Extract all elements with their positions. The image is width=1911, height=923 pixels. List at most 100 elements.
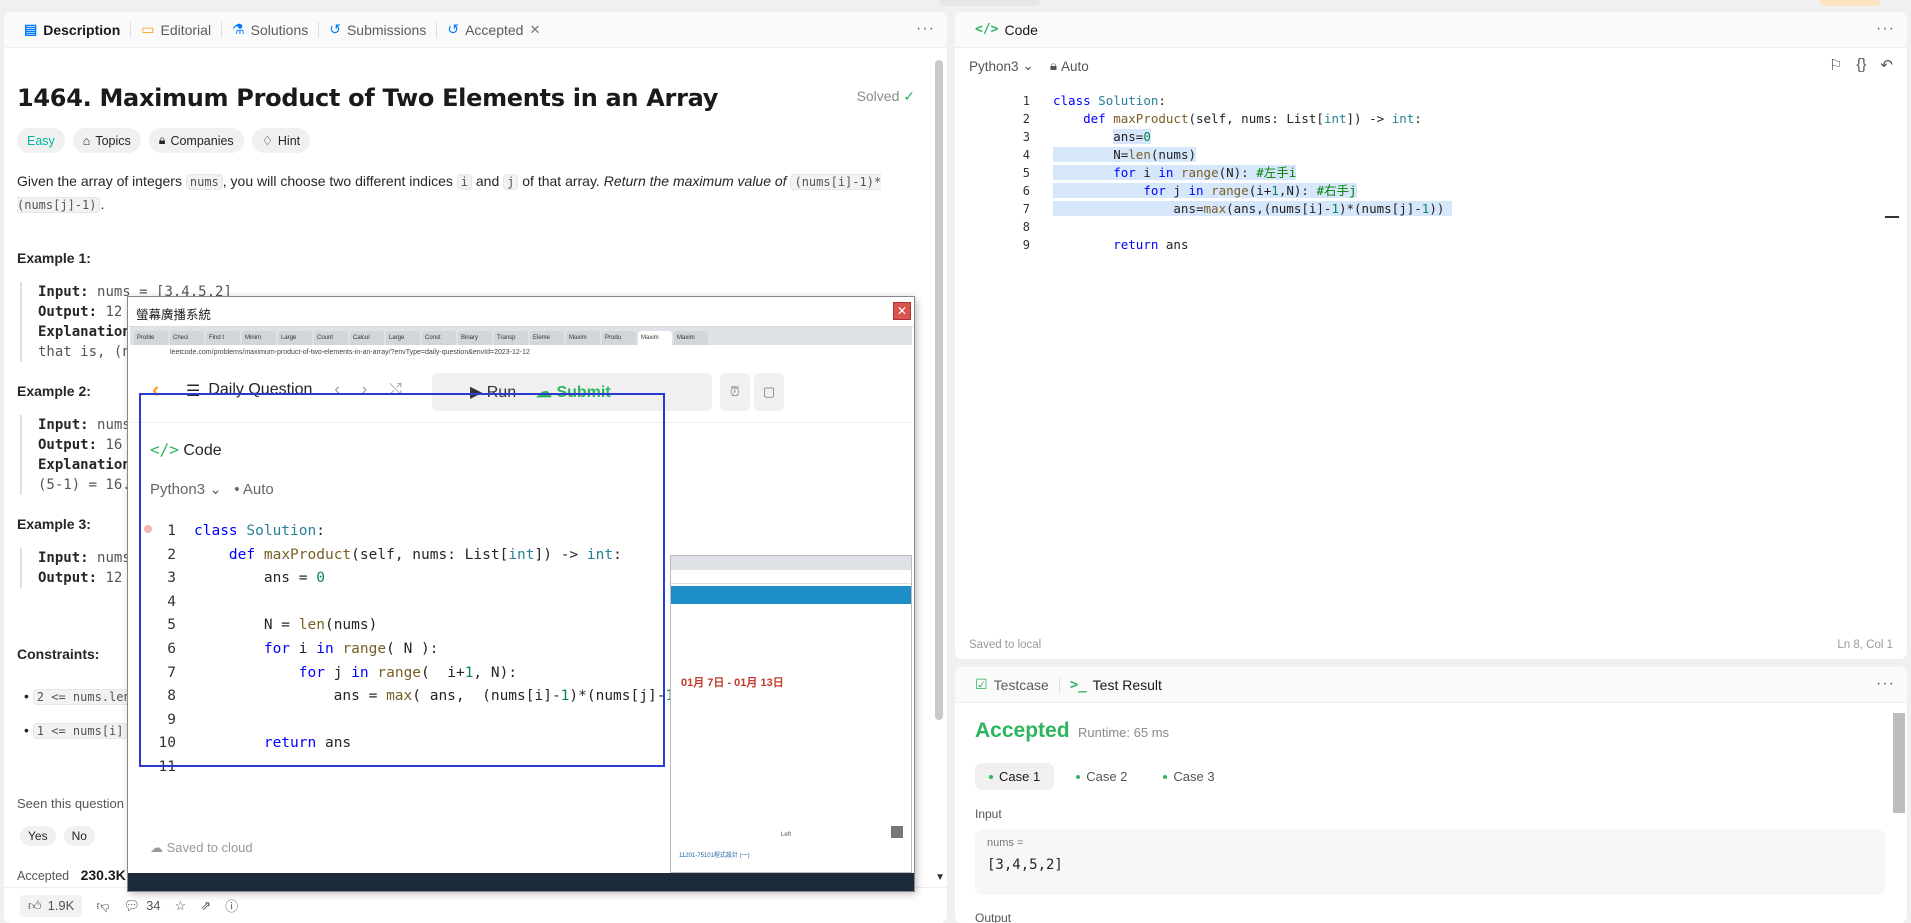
constraints-title: Constraints: bbox=[17, 646, 100, 662]
terminal-icon: >_ bbox=[1069, 676, 1087, 693]
tab-submissions[interactable]: ↺ Submissions bbox=[319, 12, 436, 48]
companies-tag[interactable]: 🔒︎ Companies bbox=[148, 128, 244, 153]
browser-url-bar[interactable]: leetcode.com/problems/maximum-product-of… bbox=[130, 345, 912, 363]
output-label: Output bbox=[975, 911, 1012, 923]
scroll-down-icon[interactable]: ▼ bbox=[935, 872, 945, 883]
runtime-label: Runtime: 65 ms bbox=[1078, 725, 1170, 740]
no-button[interactable]: No bbox=[63, 826, 95, 846]
example-2-title: Example 2: bbox=[17, 383, 91, 399]
premium-pill[interactable] bbox=[1820, 0, 1880, 6]
code-icon: </> bbox=[975, 22, 999, 37]
code-line: ans=max(ans,(nums[i]-1)*(nums[j]-1)) bbox=[1053, 201, 1452, 216]
code-line: for i in range(N): #左手i bbox=[1053, 164, 1907, 182]
tab-code[interactable]: </> Code bbox=[965, 12, 1048, 48]
screen-broadcast-window[interactable]: 螢幕廣播系統 ✕ Proble Checi Find t Minim Large… bbox=[128, 297, 914, 891]
case-tabs: Case 1 Case 2 Case 3 bbox=[975, 763, 1229, 790]
share-icon[interactable]: ⇗ bbox=[200, 898, 211, 914]
comment-icon: 💬︎ bbox=[123, 897, 141, 913]
scroll-top-button[interactable] bbox=[891, 826, 903, 838]
comments-button[interactable]: 💬︎ 34 bbox=[124, 898, 161, 914]
history-icon: ↺ bbox=[329, 21, 341, 37]
code-panel-header: </> Code ··· bbox=[955, 12, 1907, 48]
language-select[interactable]: Python3 ⌄ bbox=[969, 58, 1034, 74]
bulb-icon: ♢ bbox=[261, 134, 273, 148]
checkbox-icon: ☑ bbox=[975, 676, 988, 692]
reset-icon[interactable]: ↶ bbox=[1880, 56, 1893, 74]
timer-icon[interactable]: ⏰︎ bbox=[720, 373, 750, 411]
chevron-down-icon: ⌄ bbox=[1022, 58, 1034, 73]
problem-tags: Easy ⌂ Topics 🔒︎ Companies ♢ Hint bbox=[17, 128, 311, 153]
document-icon: ▤ bbox=[24, 21, 38, 37]
moodle-header bbox=[671, 586, 911, 604]
difficulty-badge: Easy bbox=[17, 128, 65, 153]
side-left-label: Left bbox=[781, 832, 792, 838]
book-icon: ▭ bbox=[141, 21, 155, 37]
input-box: nums = [3,4,5,2] bbox=[975, 829, 1885, 895]
nav-pill bbox=[940, 0, 1040, 6]
result-status: Accepted bbox=[975, 719, 1070, 742]
topics-tag[interactable]: ⌂ Topics bbox=[72, 128, 141, 153]
more-options-icon[interactable]: ··· bbox=[1876, 20, 1895, 38]
like-button[interactable]: 👍︎ 1.9K bbox=[20, 894, 83, 917]
close-icon[interactable]: ✕ bbox=[529, 22, 540, 38]
bookmark-icon[interactable]: ⚐ bbox=[1829, 56, 1842, 74]
top-navbar bbox=[0, 0, 1911, 8]
example-3-title: Example 3: bbox=[17, 516, 91, 532]
tab-test-result[interactable]: >_ Test Result bbox=[1060, 667, 1172, 703]
windows-taskbar bbox=[128, 873, 914, 891]
tab-case-3[interactable]: Case 3 bbox=[1149, 763, 1228, 790]
tab-case-2[interactable]: Case 2 bbox=[1062, 763, 1141, 790]
pass-dot bbox=[1163, 774, 1168, 779]
tab-solutions[interactable]: ⚗ Solutions bbox=[222, 12, 318, 48]
flask-icon: ⚗ bbox=[232, 21, 245, 37]
help-icon[interactable]: ⓘ bbox=[225, 896, 238, 915]
problem-title: 1464. Maximum Product of Two Elements in… bbox=[17, 84, 719, 112]
problem-footer: 👍︎ 1.9K 👎︎ 💬︎ 34 ☆ ⇗ ⓘ bbox=[4, 887, 947, 923]
example-1-title: Example 1: bbox=[17, 250, 91, 266]
description-tabs: ▤ Description ▭ Editorial ⚗ Solutions ↺ … bbox=[4, 12, 947, 48]
highlight-box bbox=[139, 393, 665, 767]
scrollbar[interactable] bbox=[935, 60, 943, 720]
problem-description: Given the array of integers nums, you wi… bbox=[17, 173, 882, 213]
tag-icon: ⌂ bbox=[82, 133, 91, 148]
constraint-item: • 2 <= nums.len bbox=[24, 680, 135, 714]
lock-icon: 🔒︎ bbox=[158, 133, 166, 147]
moodle-window: 01月 7日 - 01月 13日 Left 11201-75101程式設計 (一… bbox=[670, 555, 912, 873]
seen-question-buttons: Yes No bbox=[20, 826, 95, 846]
tab-editorial[interactable]: ▭ Editorial bbox=[131, 12, 221, 48]
moodle-tab-strip bbox=[671, 556, 911, 570]
hint-tag[interactable]: ♢ Hint bbox=[251, 128, 311, 153]
format-braces-icon[interactable]: {} bbox=[1856, 56, 1866, 74]
code-panel: </> Code ··· Python3 ⌄ 🔒︎ Auto ⚐ {} ↶ 12… bbox=[955, 12, 1907, 659]
code-editor[interactable]: class Solution: def maxProduct(self, num… bbox=[1053, 92, 1907, 254]
moodle-url-bar bbox=[671, 570, 911, 584]
example-2-block: Input: nums Output: 16 Explanation (5-1)… bbox=[20, 415, 131, 495]
scrollbar[interactable] bbox=[1893, 713, 1905, 813]
star-icon[interactable]: ☆ bbox=[175, 898, 187, 914]
notes-icon[interactable]: ▢ bbox=[754, 373, 784, 411]
variable-name: nums = bbox=[987, 837, 1024, 849]
constraints-list: • 2 <= nums.len • 1 <= nums[i] bbox=[24, 680, 135, 748]
auto-mode[interactable]: 🔒︎ Auto bbox=[1050, 58, 1089, 74]
tab-description[interactable]: ▤ Description bbox=[14, 12, 130, 48]
close-icon[interactable]: ✕ bbox=[893, 302, 911, 320]
thumbs-down-icon[interactable]: 👎︎ bbox=[96, 898, 109, 914]
tab-case-1[interactable]: Case 1 bbox=[975, 763, 1055, 790]
lock-icon: 🔒︎ bbox=[1049, 58, 1058, 73]
more-options-icon[interactable]: ··· bbox=[916, 20, 935, 38]
solved-status: Solved ✓ bbox=[856, 88, 915, 104]
more-options-icon[interactable]: ··· bbox=[1876, 675, 1895, 693]
broadcast-title-bar[interactable]: 螢幕廣播系統 ✕ bbox=[128, 297, 914, 327]
test-result-panel: ☑ Testcase >_ Test Result ··· Accepted R… bbox=[955, 667, 1907, 923]
tab-accepted[interactable]: ↺ Accepted ✕ bbox=[437, 12, 550, 48]
seen-question-label: Seen this question bbox=[17, 796, 124, 811]
code-line: ans=0 bbox=[1113, 129, 1151, 144]
course-footer: 11201-75101程式設計 (一) bbox=[679, 853, 750, 859]
scroll-marker bbox=[1885, 216, 1899, 218]
tab-testcase[interactable]: ☑ Testcase bbox=[965, 667, 1059, 703]
code-line: return ans bbox=[1113, 237, 1189, 252]
thumbs-up-icon: 👍︎ bbox=[28, 897, 42, 913]
code-line: N=len(nums) bbox=[1053, 147, 1196, 162]
pass-dot bbox=[989, 774, 993, 779]
yes-button[interactable]: Yes bbox=[20, 826, 56, 846]
